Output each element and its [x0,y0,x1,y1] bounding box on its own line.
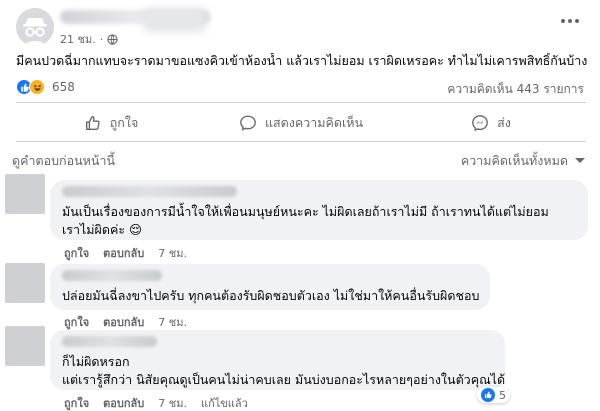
comment-icon [240,115,256,131]
comment-sort-dropdown[interactable]: ความคิดเห็นทั้งหมด [461,151,586,171]
messenger-icon [472,115,488,131]
post-time[interactable]: 21 ชม. [60,30,96,48]
comment-time[interactable]: 7 ชม. [158,244,187,262]
like-reaction-icon [481,388,495,402]
incognito-avatar-icon [16,8,54,46]
comment-count[interactable]: ความคิดเห็น 443 รายการ [447,80,584,99]
comment-text-line: แต่เรารู้สึกว่า นิสัยคุณดูเป็นคนไม่น่าคบ… [62,372,506,387]
reaction-count[interactable]: 658 [52,80,75,94]
comment-bubble: มันเป็นเรื่องของการมีน้ำใจให้เพื่อนมนุษย… [50,180,588,240]
commenter-name-redacted [62,186,237,197]
post-stats: 658 ความคิดเห็น 443 รายการ [16,78,586,96]
comment-reaction-summary[interactable]: 5 [477,387,510,403]
avatar[interactable] [16,8,54,46]
commenter-name-redacted [62,270,162,281]
view-previous-replies-link[interactable]: ดูคำตอบก่อนหน้านี้ [12,151,115,171]
comment-bubble: ปล่อยมันฉี่ลงขาไปครับ ทุกคนต้องรับผิดชอบ… [50,264,490,310]
comment-reaction-count: 5 [499,388,506,402]
post-text: มีคนปวดฉี่มากแทบจะราดมาขอแซงคิวเข้าห้องน… [16,53,588,68]
comment-label: แสดงความคิดเห็น [264,115,364,130]
comment-reply-button[interactable]: ตอบกลับ [103,394,144,411]
haha-reaction-icon[interactable] [29,79,45,95]
comment-like-button[interactable]: ถูกใจ [64,313,89,331]
comment-text-line: ก็ไม่ผิดหรอก [62,354,130,369]
globe-icon [107,33,118,45]
like-label: ถูกใจ [109,115,139,130]
comment-filter-bar: ดูคำตอบก่อนหน้านี้ ความคิดเห็นทั้งหมด [12,151,586,168]
post-header: 21 ชม. · [16,8,586,48]
comment-time[interactable]: 7 ชม. [158,394,187,411]
comment-bubble: ก็ไม่ผิดหรอก แต่เรารู้สึกว่า นิสัยคุณดูเ… [50,330,505,390]
sort-label: ความคิดเห็นทั้งหมด [460,153,568,168]
send-label: ส่ง [497,115,511,130]
comment-text-line: ปล่อยมันฉี่ลงขาไปครับ ทุกคนต้องรับผิดชอบ… [62,288,480,303]
commenter-avatar[interactable] [5,263,45,303]
chevron-down-icon [575,158,585,163]
comment-like-button[interactable]: ถูกใจ [64,394,89,411]
comment-text-line: มันเป็นเรื่องของการมีน้ำใจให้เพื่อนมนุษย… [62,204,549,219]
send-button[interactable]: ส่ง [396,106,586,140]
commenter-avatar[interactable] [5,326,45,366]
comment-edited-label[interactable]: แก้ไขแล้ว [201,394,248,411]
meta-separator: · [99,32,104,46]
divider [16,141,586,142]
comment-actions: ถูกใจ ตอบกลับ 7 ชม. [64,244,187,262]
comment-button[interactable]: แสดงความคิดเห็น [206,106,396,140]
commenter-name-redacted [62,336,157,347]
comment-reply-button[interactable]: ตอบกลับ [103,244,144,262]
divider [16,102,586,103]
comment-like-button[interactable]: ถูกใจ [64,244,89,262]
more-options-icon[interactable] [556,14,584,28]
redaction-blur [144,8,206,32]
comment-actions: ถูกใจ ตอบกลับ 7 ชม. แก้ไขแล้ว [64,394,248,411]
comment-actions: ถูกใจ ตอบกลับ 7 ชม. [64,313,187,331]
like-button[interactable]: ถูกใจ [16,106,206,140]
comment-reply-button[interactable]: ตอบกลับ [103,313,144,331]
post-meta: 21 ชม. · [60,30,118,48]
commenter-avatar[interactable] [5,174,45,214]
thumbs-up-icon [85,116,100,130]
comment-time[interactable]: 7 ชม. [158,313,187,331]
post-actions: ถูกใจ แสดงความคิดเห็น ส่ง [16,106,586,140]
comment-text-line: เราไม่ผิดค่ะ 😌 [62,222,143,237]
